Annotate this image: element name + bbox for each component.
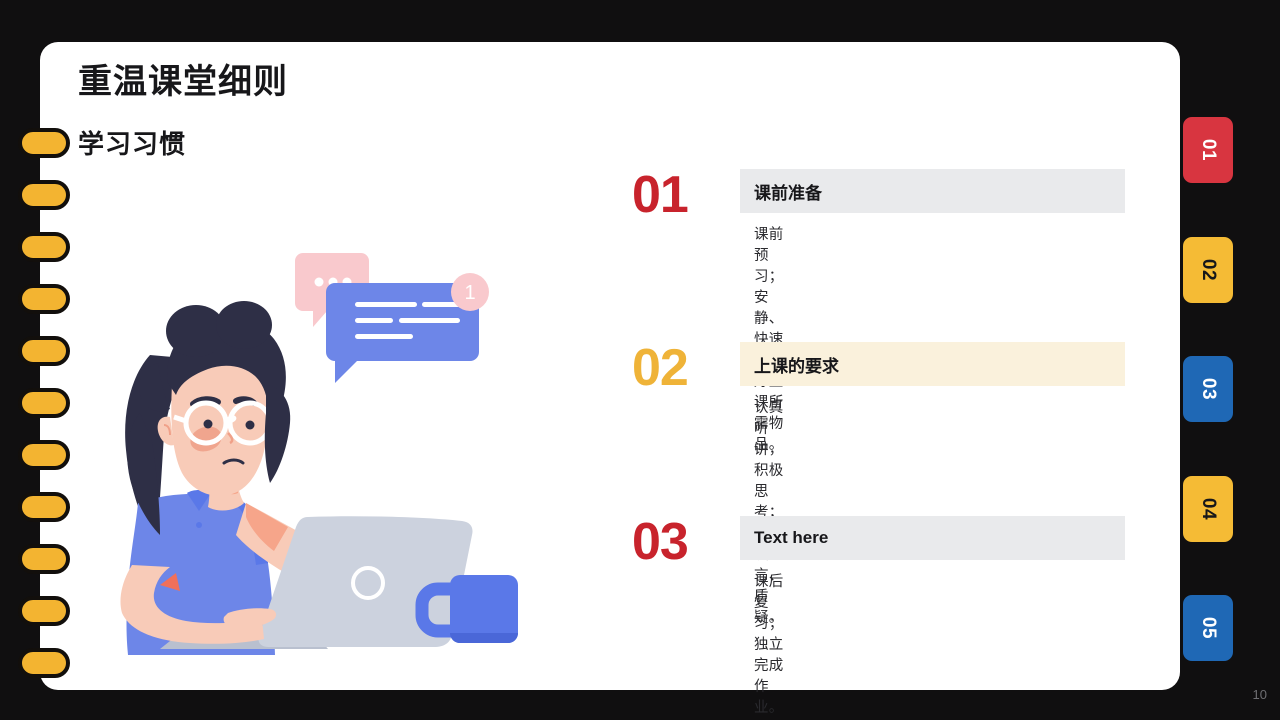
item-number: 01 xyxy=(632,166,689,224)
spiral-ring xyxy=(18,180,70,210)
item-number: 03 xyxy=(632,513,689,571)
section-tab-label: 04 xyxy=(1198,497,1219,521)
spiral-ring xyxy=(18,440,70,470)
spiral-ring xyxy=(18,648,70,678)
spiral-ring xyxy=(18,544,70,574)
section-tab-label: 05 xyxy=(1198,616,1219,640)
page-title: 重温课堂细则 xyxy=(78,63,288,101)
notification-badge: 1 xyxy=(451,273,489,311)
spiral-ring xyxy=(18,596,70,626)
slide-canvas: 1 重温课堂细则 学习习惯 01 课前准备 课前预习；安静、快速 课所需物品。 … xyxy=(0,0,1280,720)
spiral-ring xyxy=(18,492,70,522)
section-tab-01[interactable]: 01 xyxy=(1183,117,1233,183)
section-tab-label: 01 xyxy=(1198,138,1219,162)
spiral-ring xyxy=(18,284,70,314)
section-tab-label: 02 xyxy=(1198,258,1219,282)
item-description: 课后复习；独立完成作业。 xyxy=(754,574,784,716)
item-heading: Text here xyxy=(740,516,1125,560)
section-tab-02[interactable]: 02 xyxy=(1183,237,1233,303)
section-tab-05[interactable]: 05 xyxy=(1183,595,1233,661)
section-tab-label: 03 xyxy=(1198,377,1219,401)
item-heading: 上课的要求 xyxy=(740,342,1125,386)
section-tab-04[interactable]: 04 xyxy=(1183,476,1233,542)
spiral-ring xyxy=(18,388,70,418)
page-number: 10 xyxy=(1252,687,1267,702)
woman-at-laptop-illustration: 1 xyxy=(60,235,560,655)
item-heading: 课前准备 xyxy=(740,169,1125,213)
spiral-ring xyxy=(18,336,70,366)
page-subtitle: 学习习惯 xyxy=(78,129,187,159)
spiral-ring xyxy=(18,128,70,158)
section-tab-03[interactable]: 03 xyxy=(1183,356,1233,422)
svg-text:1: 1 xyxy=(464,282,475,304)
item-number: 02 xyxy=(632,339,689,397)
spiral-ring xyxy=(18,232,70,262)
